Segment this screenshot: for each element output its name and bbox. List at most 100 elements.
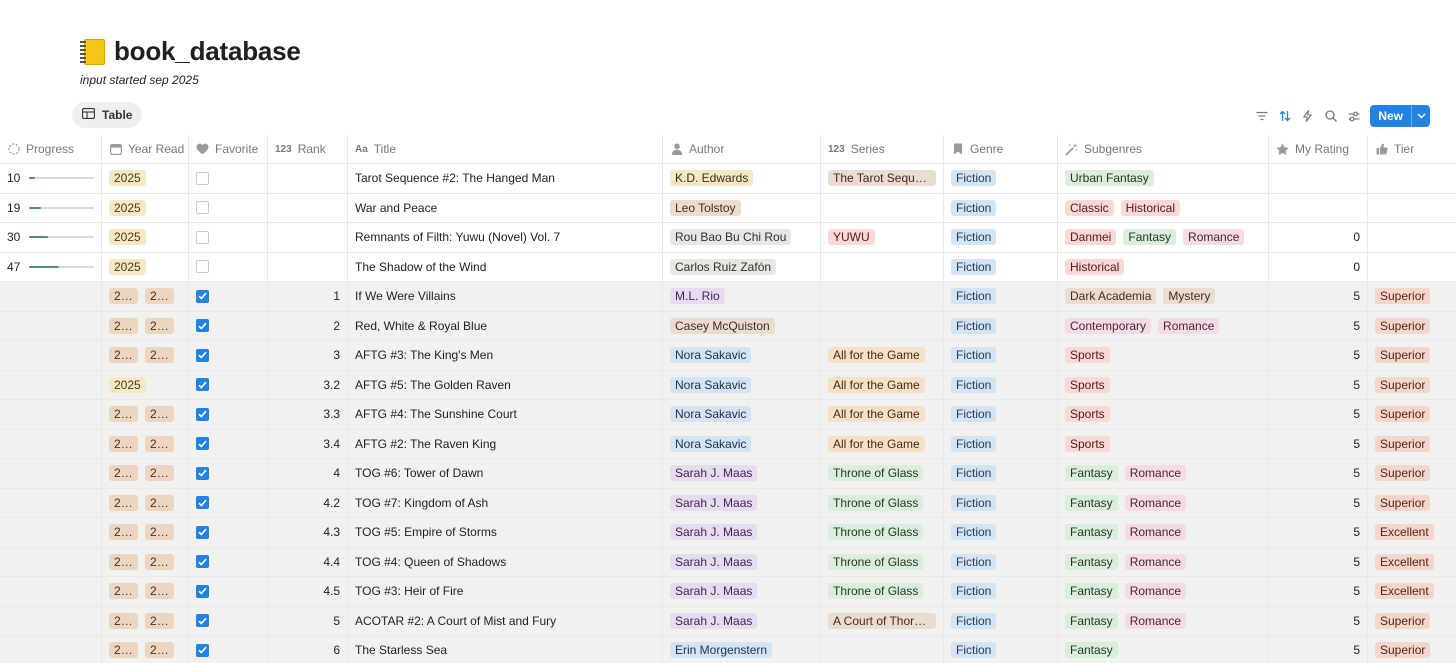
cell-year-read[interactable]: 2018 2020 xyxy=(102,459,189,488)
cell-series[interactable]: Throne of Glass xyxy=(821,518,944,547)
tier-tag[interactable]: Excellent xyxy=(1375,524,1434,541)
table-row[interactable]: 19 2025 War and Peace Leo Tolstoy Fiction Cla… xyxy=(0,193,1456,223)
cell-rank[interactable] xyxy=(268,193,348,222)
book-title[interactable]: AFTG #3: The King's Men xyxy=(355,348,493,362)
favorite-checkbox[interactable] xyxy=(196,348,209,362)
favorite-checkbox[interactable] xyxy=(196,525,209,539)
cell-favorite[interactable] xyxy=(189,223,268,252)
cell-progress[interactable] xyxy=(0,370,102,399)
genre-tag[interactable]: Fiction xyxy=(951,612,997,629)
cell-tier[interactable]: Excellent xyxy=(1368,577,1456,606)
cell-title[interactable]: Tarot Sequence #2: The Hanged Man xyxy=(348,164,663,193)
year-tag[interactable]: 2019 xyxy=(145,494,174,511)
series-tag[interactable]: The Tarot Sequence xyxy=(828,170,936,187)
year-tag[interactable]: 2019 xyxy=(109,642,138,659)
cell-series[interactable] xyxy=(821,252,944,281)
year-tag[interactable]: 2023 xyxy=(145,642,174,659)
cell-title[interactable]: If We Were Villains xyxy=(348,282,663,311)
author-tag[interactable]: K.D. Edwards xyxy=(670,170,754,187)
year-tag[interactable]: 2019 xyxy=(109,317,138,334)
cell-rank[interactable]: 3.3 xyxy=(268,400,348,429)
subgenre-tag[interactable]: Dark Academia xyxy=(1065,288,1157,305)
subgenre-tag[interactable]: Danmei xyxy=(1065,229,1117,246)
cell-series[interactable] xyxy=(821,636,944,663)
subgenre-tag[interactable]: Romance xyxy=(1124,553,1187,570)
table-row[interactable]: 2015 2016 4.4 TOG #4: Queen of Shadows Sarah… xyxy=(0,547,1456,577)
cell-rank[interactable] xyxy=(268,223,348,252)
cell-rank[interactable] xyxy=(268,252,348,281)
table-row[interactable]: 2019 2020 1 If We Were Villains M.L. Rio Fict… xyxy=(0,282,1456,312)
table-row[interactable]: 2024 2025 3.3 AFTG #4: The Sunshine Court No… xyxy=(0,400,1456,430)
series-tag[interactable]: All for the Game xyxy=(828,406,925,423)
cell-subgenres[interactable]: Fantasy Romance xyxy=(1058,577,1269,606)
page-title-text[interactable]: book_database xyxy=(114,36,301,67)
favorite-checkbox[interactable] xyxy=(196,289,209,303)
cell-my-rating[interactable]: 5 xyxy=(1269,370,1368,399)
genre-tag[interactable]: Fiction xyxy=(951,258,997,275)
cell-rank[interactable]: 2 xyxy=(268,311,348,340)
subgenre-tag[interactable]: Mystery xyxy=(1163,288,1216,305)
cell-series[interactable]: The Tarot Sequence xyxy=(821,164,944,193)
cell-subgenres[interactable]: Fantasy Romance xyxy=(1058,547,1269,576)
cell-author[interactable]: Nora Sakavic xyxy=(663,370,821,399)
genre-tag[interactable]: Fiction xyxy=(951,583,997,600)
cell-genre[interactable]: Fiction xyxy=(944,547,1058,576)
cell-title[interactable]: TOG #3: Heir of Fire xyxy=(348,577,663,606)
book-title[interactable]: The Starless Sea xyxy=(355,643,447,657)
year-tag[interactable]: 2016 xyxy=(145,553,174,570)
column-header-favorite[interactable]: Favorite xyxy=(189,135,268,163)
favorite-checkbox[interactable] xyxy=(196,496,209,510)
cell-author[interactable]: Carlos Ruiz Zafón xyxy=(663,252,821,281)
automation-icon[interactable] xyxy=(1301,110,1314,123)
tier-tag[interactable]: Superior xyxy=(1375,612,1431,629)
table-row[interactable]: 2025 3.2 AFTG #5: The Golden Raven Nora Sak… xyxy=(0,370,1456,400)
series-tag[interactable]: All for the Game xyxy=(828,376,925,393)
subgenre-tag[interactable]: Historical xyxy=(1120,199,1181,216)
cell-series[interactable]: All for the Game xyxy=(821,400,944,429)
cell-series[interactable] xyxy=(821,282,944,311)
cell-progress[interactable]: 47 xyxy=(0,252,102,281)
cell-genre[interactable]: Fiction xyxy=(944,636,1058,663)
cell-progress[interactable]: 19 xyxy=(0,193,102,222)
cell-tier[interactable]: Excellent xyxy=(1368,518,1456,547)
book-title[interactable]: TOG #7: Kingdom of Ash xyxy=(355,496,488,510)
series-tag[interactable]: All for the Game xyxy=(828,435,925,452)
cell-tier[interactable]: Superior xyxy=(1368,312,1456,341)
cell-my-rating[interactable]: 5 xyxy=(1269,282,1368,311)
genre-tag[interactable]: Fiction xyxy=(951,524,997,541)
column-header-series[interactable]: 123 Series xyxy=(821,135,944,163)
genre-tag[interactable]: Fiction xyxy=(951,347,997,364)
tier-tag[interactable]: Superior xyxy=(1375,642,1431,659)
genre-tag[interactable]: Fiction xyxy=(951,317,997,334)
cell-year-read[interactable]: 2019 2020 xyxy=(102,282,189,311)
cell-year-read[interactable]: 2015 2016 xyxy=(102,547,189,576)
cell-genre[interactable]: Fiction xyxy=(944,606,1058,635)
cell-rank[interactable]: 4.3 xyxy=(268,518,348,547)
author-tag[interactable]: Nora Sakavic xyxy=(670,406,752,423)
cell-series[interactable]: Throne of Glass xyxy=(821,488,944,517)
cell-progress[interactable] xyxy=(0,488,102,517)
cell-genre[interactable]: Fiction xyxy=(944,193,1058,222)
column-header-tier[interactable]: Tier xyxy=(1368,135,1456,163)
subgenre-tag[interactable]: Fantasy xyxy=(1065,494,1118,511)
cell-genre[interactable]: Fiction xyxy=(944,341,1058,370)
series-tag[interactable]: All for the Game xyxy=(828,347,925,364)
series-tag[interactable]: YUWU xyxy=(828,229,875,246)
cell-favorite[interactable] xyxy=(189,459,268,488)
cell-title[interactable]: TOG #6: Tower of Dawn xyxy=(348,459,663,488)
cell-year-read[interactable]: 2016 2017 xyxy=(102,606,189,635)
cell-rank[interactable]: 3.4 xyxy=(268,429,348,458)
cell-rank[interactable]: 5 xyxy=(268,606,348,635)
tier-tag[interactable]: Superior xyxy=(1375,376,1431,393)
cell-year-read[interactable]: 2014 2015 xyxy=(102,577,189,606)
year-tag[interactable]: 2016 xyxy=(109,524,138,541)
cell-progress[interactable] xyxy=(0,459,102,488)
cell-my-rating[interactable]: 5 xyxy=(1269,400,1368,429)
cell-favorite[interactable] xyxy=(189,341,268,370)
author-tag[interactable]: Sarah J. Maas xyxy=(670,465,758,482)
cell-rank[interactable]: 6 xyxy=(268,636,348,663)
year-tag[interactable]: 2018 xyxy=(109,465,138,482)
cell-title[interactable]: Remnants of Filth: Yuwu (Novel) Vol. 7 xyxy=(348,223,663,252)
cell-year-read[interactable]: 2025 xyxy=(102,370,189,399)
author-tag[interactable]: Sarah J. Maas xyxy=(670,524,758,541)
